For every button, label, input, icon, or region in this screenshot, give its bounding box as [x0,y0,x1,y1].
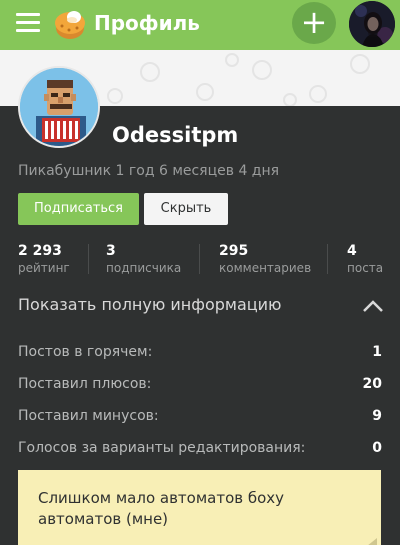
profile-username: Odessitpm [112,123,239,147]
stat-divider [199,244,200,274]
info-row-value: 0 [372,440,382,456]
info-row-value: 20 [362,376,382,392]
info-row-label: Поставил плюсов: [18,376,152,392]
stat-divider [327,244,328,274]
stat-value: 3 [106,243,116,259]
user-avatar[interactable] [349,1,395,47]
add-post-button[interactable]: + [292,2,336,44]
stat-label: подписчика [106,261,182,275]
stat-divider [88,244,89,274]
profile-note-text: Слишком мало автоматов боху автоматов (м… [38,489,285,528]
stat-label: поста [347,261,384,275]
chevron-up-icon[interactable] [362,299,384,313]
stat-value: 4 [347,243,357,259]
info-row: Голосов за варианты редактирования: 0 [18,437,382,459]
full-info-toggle[interactable]: Показать полную информацию [18,294,282,316]
info-row-value: 1 [372,344,382,360]
info-row-label: Поставил минусов: [18,408,159,424]
info-row: Постов в горячем: 1 [18,341,382,363]
hide-button[interactable]: Скрыть [144,193,228,225]
hamburger-menu-icon[interactable] [16,13,40,33]
info-row: Поставил минусов: 9 [18,405,382,427]
stat-value: 2 293 [18,243,62,259]
subscribe-button[interactable]: Подписаться [18,193,139,225]
info-row-label: Голосов за варианты редактирования: [18,440,306,456]
info-row: Поставил плюсов: 20 [18,373,382,395]
stat-value: 295 [219,243,249,259]
profile-avatar[interactable] [18,66,100,148]
info-row-value: 9 [372,408,382,424]
stat-label: рейтинг [18,261,70,275]
stat-subscribers[interactable]: 3 подписчика [106,242,181,278]
stat-posts[interactable]: 4 поста [347,242,383,278]
profile-tenure: Пикабушник 1 год 6 месяцев 4 дня [18,163,280,179]
page-title: Профиль [94,11,200,35]
top-app-bar: Профиль + [0,0,400,50]
accordion-player-avatar [20,68,98,146]
info-row-label: Постов в горячем: [18,344,153,360]
user-photo [349,1,395,47]
stat-rating: 2 293 рейтинг [18,242,70,278]
profile-note[interactable]: Слишком мало автоматов боху автоматов (м… [18,470,381,545]
stat-comments[interactable]: 295 комментариев [219,242,311,278]
cupcake-logo-icon[interactable] [52,6,88,42]
note-fold-corner [367,538,377,545]
stat-label: комментариев [219,261,312,275]
